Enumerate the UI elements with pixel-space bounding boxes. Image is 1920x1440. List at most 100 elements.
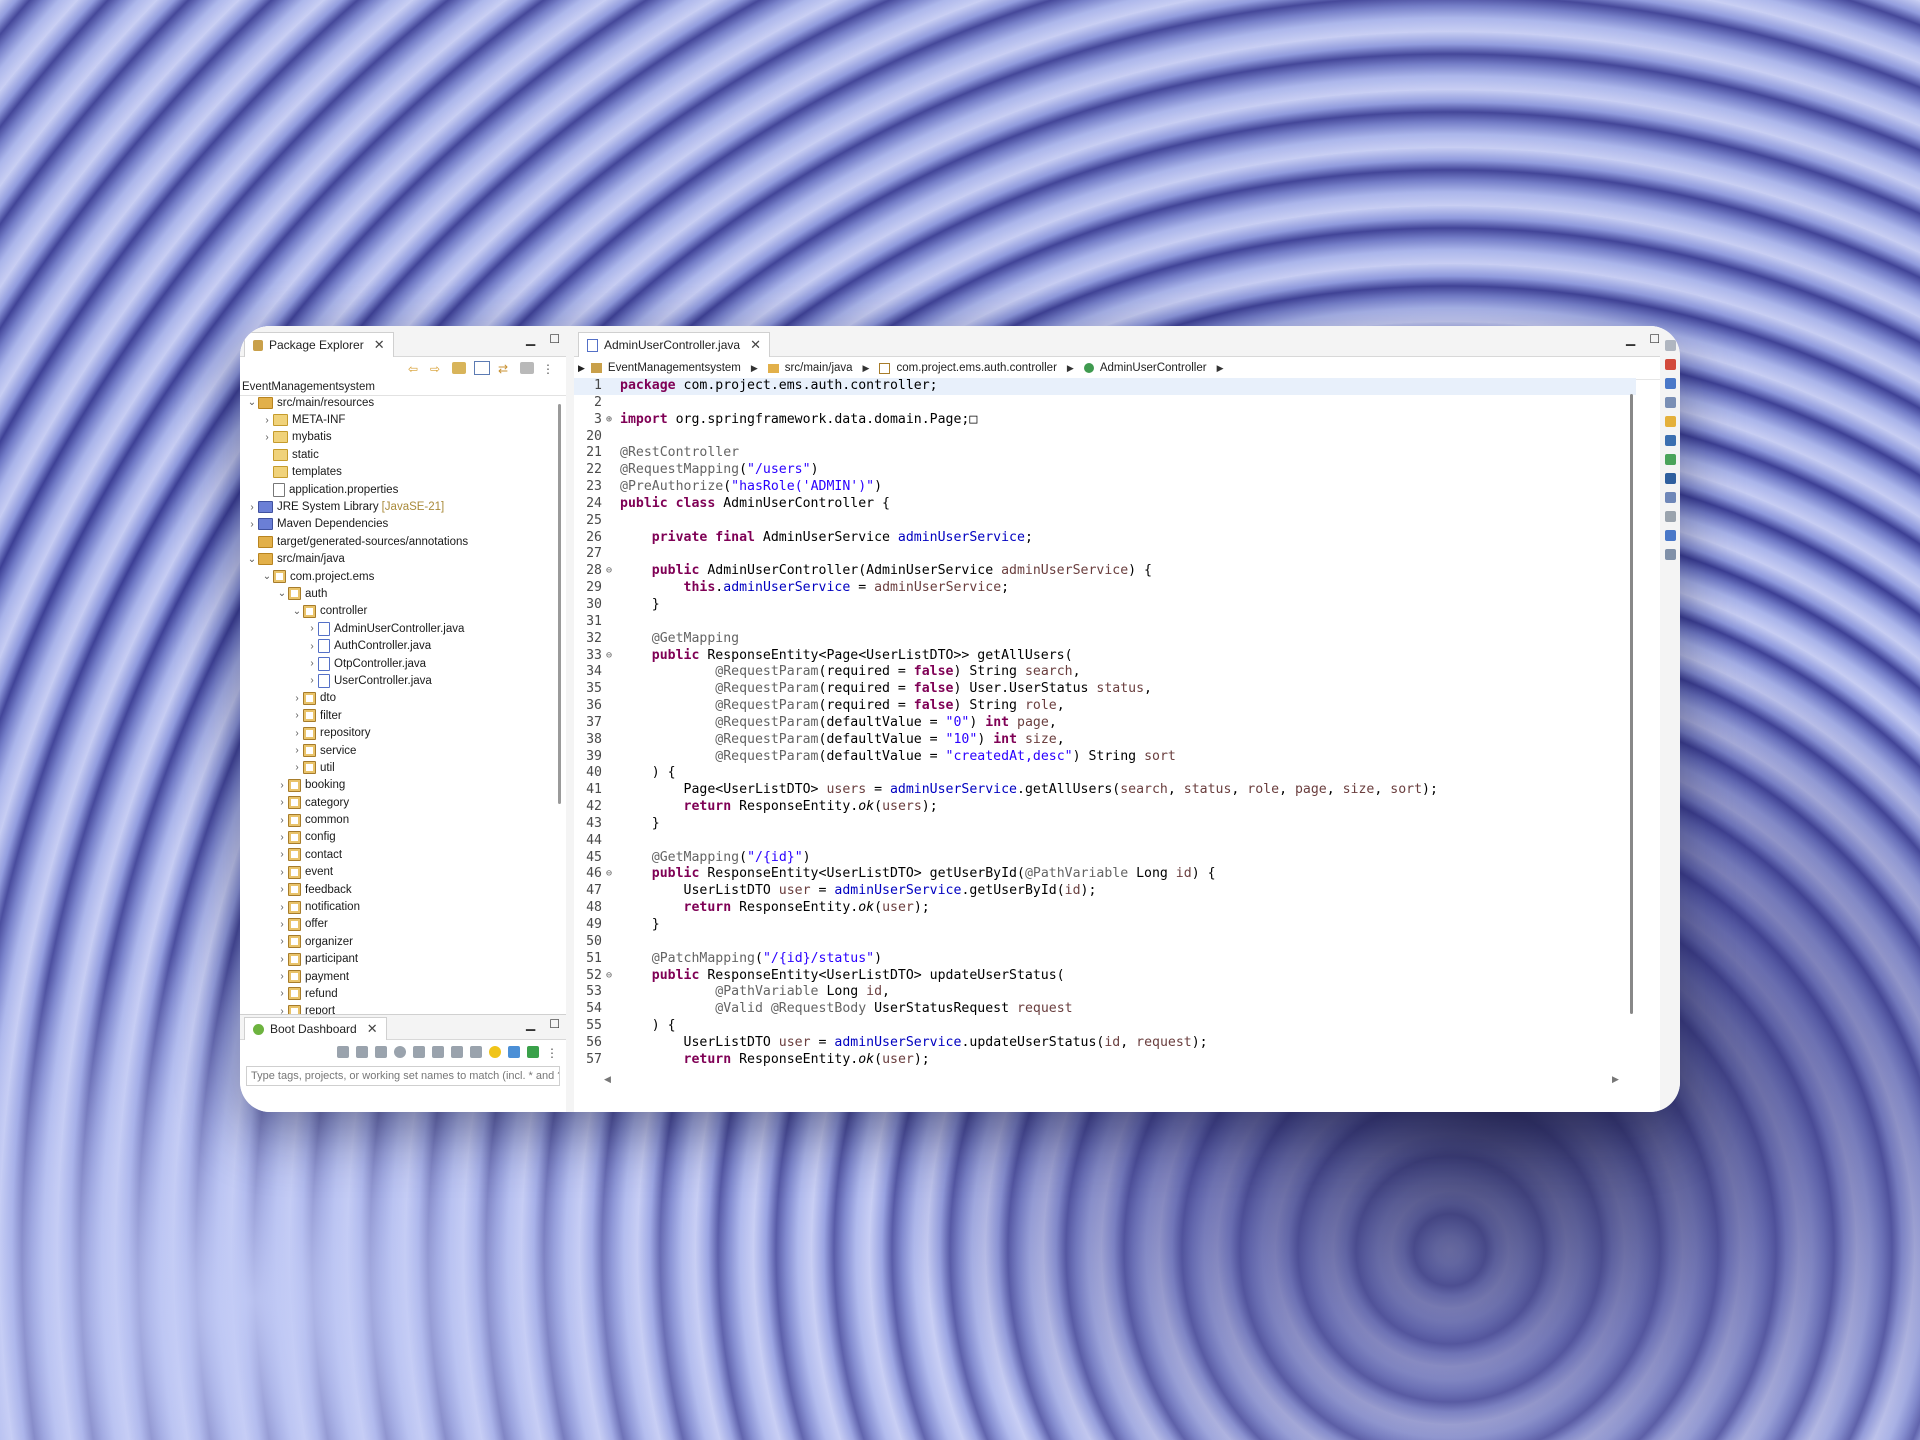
editor-horizontal-scrollbar[interactable]: ◀ ▶	[604, 1074, 1644, 1086]
breadcrumb-class[interactable]: AdminUserController	[1100, 362, 1207, 374]
add-icon[interactable]	[527, 1046, 539, 1058]
maximize-icon[interactable]: ☐	[549, 332, 560, 346]
tree-item[interactable]: › service	[240, 742, 558, 759]
collapse-fold-icon[interactable]: ⊖	[606, 648, 614, 665]
tree-item[interactable]: › dto	[240, 690, 558, 707]
chevron-right-icon[interactable]: ›	[276, 954, 288, 965]
chevron-right-icon[interactable]: ›	[276, 971, 288, 982]
chevron-right-icon[interactable]: ›	[306, 623, 318, 634]
tab-admin-user-controller[interactable]: AdminUserController.java ✕	[578, 332, 770, 357]
tree-item[interactable]: › repository	[240, 724, 558, 741]
table-icon[interactable]	[1664, 492, 1676, 503]
tree-item[interactable]: › mybatis	[240, 429, 558, 446]
console-icon[interactable]	[1664, 435, 1676, 446]
chevron-right-icon[interactable]: ›	[291, 710, 303, 721]
javadoc-icon[interactable]	[1664, 378, 1676, 389]
collapse-fold-icon[interactable]: ⊖	[606, 968, 614, 985]
chevron-right-icon[interactable]: ›	[276, 780, 288, 791]
tree-item[interactable]: › report	[240, 1003, 558, 1014]
search-icon[interactable]	[1664, 511, 1676, 522]
scroll-right-icon[interactable]: ▶	[1612, 1074, 1619, 1085]
chevron-right-icon[interactable]: ›	[276, 988, 288, 999]
maximize-icon[interactable]: ☐	[1649, 332, 1660, 346]
scroll-left-icon[interactable]: ◀	[604, 1074, 611, 1085]
chevron-right-icon[interactable]: ›	[276, 815, 288, 826]
close-icon[interactable]: ✕	[750, 337, 761, 353]
chevron-right-icon[interactable]: ›	[246, 502, 258, 513]
breadcrumb-package[interactable]: com.project.ems.auth.controller	[896, 362, 1056, 374]
expand-fold-icon[interactable]: ⊕	[606, 412, 614, 429]
collapse-all-icon[interactable]	[474, 361, 490, 375]
chevron-down-icon[interactable]: ⌄	[291, 606, 303, 617]
chevron-down-icon[interactable]: ⌄	[246, 554, 258, 565]
chevron-right-icon[interactable]: ›	[291, 745, 303, 756]
tree-item[interactable]: › payment	[240, 968, 558, 985]
filter-icon[interactable]	[508, 1046, 520, 1058]
close-icon[interactable]: ✕	[367, 1021, 378, 1037]
tree-item[interactable]: › organizer	[240, 933, 558, 950]
filter-icon[interactable]	[520, 362, 534, 374]
home-icon[interactable]	[452, 362, 466, 374]
chevron-right-icon[interactable]: ›	[276, 832, 288, 843]
chevron-right-icon[interactable]: ›	[306, 658, 318, 669]
tree-item[interactable]: › common	[240, 811, 558, 828]
forward-icon[interactable]: ⇨	[430, 362, 444, 376]
editor-vertical-scrollbar[interactable]	[1630, 394, 1633, 1014]
maximize-icon[interactable]: ☐	[549, 1017, 560, 1031]
chevron-right-icon[interactable]: ›	[246, 519, 258, 530]
tree-item[interactable]: › AdminUserController.java	[240, 620, 558, 637]
chevron-right-icon[interactable]: ›	[276, 902, 288, 913]
tree-item[interactable]: ⌄ controller	[240, 603, 558, 620]
chevron-down-icon[interactable]: ⌄	[246, 397, 258, 408]
start-icon[interactable]	[337, 1046, 349, 1058]
debug-icon[interactable]	[356, 1046, 368, 1058]
chevron-right-icon[interactable]: ›	[276, 919, 288, 930]
progress-icon[interactable]	[1664, 454, 1676, 465]
tree-item[interactable]: ⌄ com.project.ems	[240, 568, 558, 585]
collapse-fold-icon[interactable]: ⊖	[606, 563, 614, 580]
tree-item[interactable]: › feedback	[240, 881, 558, 898]
declaration-icon[interactable]	[1664, 397, 1676, 408]
deploy-icon[interactable]	[432, 1046, 444, 1058]
tree-item[interactable]: › event	[240, 864, 558, 881]
tree-item[interactable]: › participant	[240, 951, 558, 968]
link-with-editor-icon[interactable]: ⇄	[498, 362, 512, 376]
chevron-right-icon[interactable]: ›	[276, 1006, 288, 1014]
console-icon[interactable]	[413, 1046, 425, 1058]
tree-item[interactable]: › util	[240, 759, 558, 776]
tree-item[interactable]: › JRE System Library [JavaSE-21]	[240, 498, 558, 515]
close-icon[interactable]: ✕	[374, 337, 385, 353]
stop-icon[interactable]	[375, 1046, 387, 1058]
outline-icon[interactable]	[1664, 340, 1676, 351]
boot-dashboard-filter-input[interactable]: Type tags, projects, or working set name…	[246, 1066, 560, 1086]
chevron-right-icon[interactable]: ›	[276, 867, 288, 878]
tab-package-explorer[interactable]: Package Explorer ✕	[244, 332, 394, 357]
problems-icon[interactable]	[1664, 359, 1676, 370]
breadcrumb-project[interactable]: EventManagementsystem	[608, 362, 741, 374]
tree-item[interactable]: › refund	[240, 985, 558, 1002]
terminal-icon[interactable]	[1664, 473, 1676, 484]
tree-item[interactable]: › booking	[240, 777, 558, 794]
tree-item[interactable]: › contact	[240, 846, 558, 863]
chevron-right-icon[interactable]: ›	[291, 693, 303, 704]
tasks-icon[interactable]	[1664, 416, 1676, 427]
minimize-icon[interactable]: ▁	[526, 332, 535, 346]
chevron-right-icon[interactable]: ›	[276, 797, 288, 808]
tree-item[interactable]: › offer	[240, 916, 558, 933]
chevron-right-icon[interactable]: ›	[306, 675, 318, 686]
tree-item[interactable]: › OtpController.java	[240, 655, 558, 672]
tree-item[interactable]: › META-INF	[240, 411, 558, 428]
back-icon[interactable]: ⇦	[408, 362, 422, 376]
collapse-fold-icon[interactable]: ⊖	[606, 866, 614, 883]
hierarchy-icon[interactable]	[1664, 530, 1676, 541]
tab-boot-dashboard[interactable]: Boot Dashboard ✕	[244, 1017, 387, 1040]
chevron-right-icon[interactable]: ›	[276, 936, 288, 947]
tree-scrollbar[interactable]	[558, 404, 561, 804]
properties-icon[interactable]	[1664, 549, 1676, 560]
chevron-down-icon[interactable]: ⌄	[261, 571, 273, 582]
tree-item[interactable]: › Maven Dependencies	[240, 516, 558, 533]
chevron-right-icon[interactable]: ›	[261, 432, 273, 443]
tree-item[interactable]: › AuthController.java	[240, 637, 558, 654]
edit-icon[interactable]	[451, 1046, 463, 1058]
chevron-right-icon[interactable]: ›	[291, 762, 303, 773]
